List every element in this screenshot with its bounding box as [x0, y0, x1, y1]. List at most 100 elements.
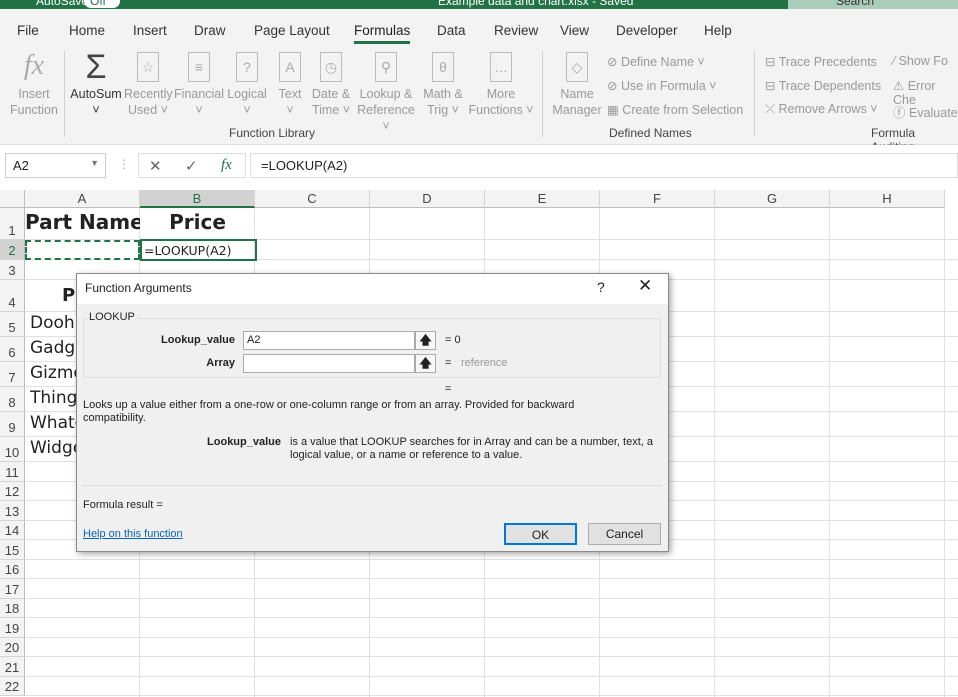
name-manager-button[interactable]: ◇ Name Manager	[552, 52, 602, 118]
cell-a10[interactable]: Widge	[30, 438, 76, 458]
chevron-down-icon[interactable]: ▼	[90, 158, 99, 168]
fx-icon: fx	[23, 50, 45, 81]
row-header-4[interactable]: 4	[0, 280, 25, 312]
column-header-e[interactable]: E	[485, 190, 600, 208]
cell-a5[interactable]: Doohi	[30, 313, 76, 333]
cell-a4[interactable]: P	[62, 285, 75, 306]
row-header-1[interactable]: 1	[0, 208, 25, 240]
ribbon: fx Insert Function Σ AutoSum ˅ ☆ Recently Used…	[0, 45, 958, 154]
cancel-button[interactable]: Cancel	[588, 523, 661, 545]
row-header-14[interactable]: 14	[0, 520, 25, 540]
tab-view[interactable]: View	[560, 23, 589, 38]
close-icon[interactable]: ✕	[638, 276, 652, 296]
column-header-g[interactable]: G	[715, 190, 830, 208]
row-header-3[interactable]: 3	[0, 260, 25, 280]
text-button[interactable]: A Text ˅	[272, 52, 308, 118]
ok-button[interactable]: OK	[504, 523, 577, 545]
row-header-2[interactable]: 2	[0, 240, 25, 260]
lookup-reference-button[interactable]: ⚲ Lookup & Reference ˅	[354, 52, 418, 134]
column-header-h[interactable]: H	[830, 190, 945, 208]
lookup-value-input[interactable]: A2	[243, 331, 415, 350]
financial-button[interactable]: ≡ Financial ˅	[174, 52, 224, 118]
collapse-arrow-icon[interactable]: 🡅	[415, 331, 436, 350]
date-time-button[interactable]: ◷ Date & Time ˅	[308, 52, 354, 118]
cell-a7[interactable]: Gizmo	[30, 363, 76, 383]
cell-b2-active[interactable]: =LOOKUP(A2)	[140, 239, 257, 261]
cell-a8[interactable]: Thinga	[30, 388, 76, 408]
search-box[interactable]: Search	[788, 0, 958, 9]
cancel-icon[interactable]: ✕	[149, 157, 162, 175]
column-header-c[interactable]: C	[255, 190, 370, 208]
insert-function-button[interactable]: fx Insert Function	[8, 52, 60, 118]
tab-data[interactable]: Data	[437, 23, 466, 38]
tab-developer[interactable]: Developer	[616, 23, 678, 38]
cell-a6[interactable]: Gadge	[30, 338, 76, 358]
column-header-f[interactable]: F	[600, 190, 715, 208]
gridline	[944, 208, 945, 697]
formula-input[interactable]: =LOOKUP(A2)	[250, 153, 958, 178]
more-functions-button[interactable]: … More Functions ˅	[468, 52, 534, 118]
theta-icon: θ	[432, 52, 454, 82]
row-header-13[interactable]: 13	[0, 501, 25, 521]
name-box[interactable]: A2 ▼	[5, 153, 106, 178]
select-all-button[interactable]	[0, 190, 25, 208]
tab-review[interactable]: Review	[494, 23, 538, 38]
row-header-19[interactable]: 19	[0, 618, 25, 638]
cell-a1[interactable]: Part Name	[25, 210, 140, 234]
row-header-7[interactable]: 7	[0, 362, 25, 387]
collapse-arrow-icon[interactable]: 🡅	[415, 354, 436, 373]
row-header-22[interactable]: 22	[0, 676, 25, 696]
row-header-5[interactable]: 5	[0, 312, 25, 337]
tab-formulas[interactable]: Formulas	[354, 23, 411, 44]
dialog-title: Function Arguments	[85, 281, 192, 295]
math-trig-button[interactable]: θ Math & Trig ˅	[420, 52, 466, 118]
row-header-11[interactable]: 11	[0, 462, 25, 482]
autosave-toggle[interactable]: Off	[84, 0, 120, 8]
cell-a2-copy-marquee[interactable]	[25, 240, 140, 260]
logical-button[interactable]: ? Logical ˅	[226, 52, 268, 118]
function-result-eq: =	[445, 383, 452, 395]
row-header-9[interactable]: 9	[0, 412, 25, 437]
column-header-a[interactable]: A	[25, 190, 140, 208]
row-header-6[interactable]: 6	[0, 337, 25, 362]
row-header-18[interactable]: 18	[0, 598, 25, 618]
tab-insert[interactable]: Insert	[133, 23, 167, 38]
trace-dependents-button[interactable]: ⊟ Trace Dependents	[765, 78, 881, 93]
help-button[interactable]: ?	[597, 279, 605, 295]
gridline	[25, 675, 958, 677]
help-link[interactable]: Help on this function	[83, 528, 183, 540]
autosum-button[interactable]: Σ AutoSum ˅	[68, 50, 124, 118]
function-arguments-dialog: Function Arguments ? ✕ LOOKUP Lookup_val…	[76, 273, 669, 552]
trace-precedents-button[interactable]: ⊟ Trace Precedents	[765, 54, 877, 69]
tab-page-layout[interactable]: Page Layout	[254, 23, 330, 38]
row-header-10[interactable]: 10	[0, 437, 25, 462]
group-label-defined-names: Defined Names	[609, 126, 692, 140]
row-header-17[interactable]: 17	[0, 579, 25, 599]
tab-file[interactable]: File	[17, 23, 39, 38]
row-header-21[interactable]: 21	[0, 657, 25, 677]
arg1-label: Lookup_value	[161, 334, 235, 346]
row-header-12[interactable]: 12	[0, 481, 25, 501]
remove-arrows-button[interactable]: ⤫ Remove Arrows ˅	[765, 102, 877, 117]
row-header-15[interactable]: 15	[0, 540, 25, 560]
evaluate-formula-button[interactable]: ⓕ Evaluate	[893, 102, 958, 121]
row-header-16[interactable]: 16	[0, 559, 25, 579]
enter-check-icon[interactable]: ✓	[185, 157, 198, 175]
tab-home[interactable]: Home	[69, 23, 105, 38]
create-from-selection-button[interactable]: ▦ Create from Selection	[607, 102, 743, 117]
recently-used-button[interactable]: ☆ Recently Used ˅	[124, 52, 173, 118]
insert-function-icon[interactable]: fx	[221, 157, 232, 174]
tab-help[interactable]: Help	[704, 23, 732, 38]
row-header-20[interactable]: 20	[0, 637, 25, 657]
define-name-button[interactable]: ⊘ Define Name ˅	[607, 54, 705, 69]
cell-b1[interactable]: Price	[140, 210, 255, 234]
column-header-b[interactable]: B	[140, 190, 255, 208]
array-input[interactable]	[243, 354, 415, 373]
row-header-8[interactable]: 8	[0, 387, 25, 412]
use-in-formula-button[interactable]: ⊘ Use in Formula ˅	[607, 78, 716, 93]
dialog-titlebar: Function Arguments ? ✕	[77, 274, 668, 304]
cell-a9[interactable]: Whatc	[30, 413, 76, 433]
tab-draw[interactable]: Draw	[194, 23, 226, 38]
show-formulas-button[interactable]: ⁄ Show Fo	[893, 54, 948, 68]
column-header-d[interactable]: D	[370, 190, 485, 208]
